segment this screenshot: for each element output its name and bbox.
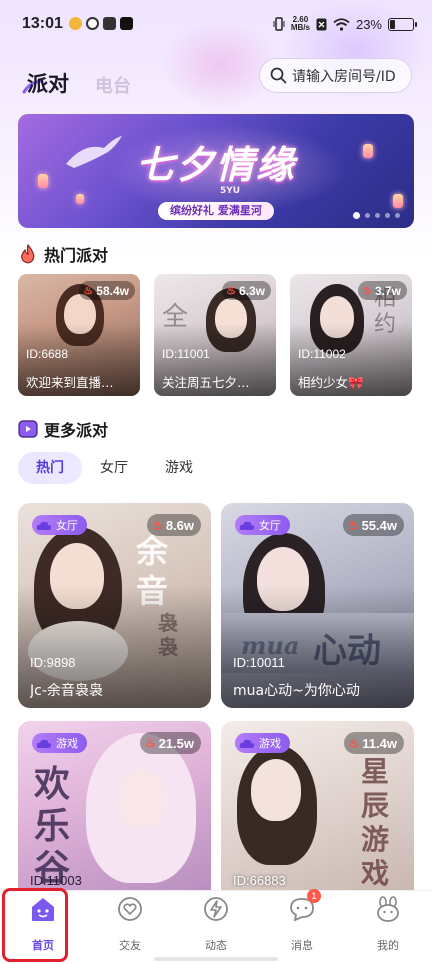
heat-badge: ♨ 8.6w [147,514,201,536]
category-tag: 游戏 [235,733,290,753]
heart-chat-icon [118,897,142,921]
room-id: ID:11002 [298,347,346,361]
status-right: 2.60 MB/s 23% [273,15,417,32]
weibo-icon [69,17,82,30]
hot-party-card[interactable]: 相约 ♨3.7w ID:11002 相约少女🎀 [290,274,412,396]
battery-icon [388,17,417,31]
banner-pagination [353,212,400,219]
flame-icon: ♨ [152,518,163,532]
party-room-card[interactable]: 余音 袅袅 女厅 ♨8.6w ID:9898 Jc-余音袅袅 [18,503,211,708]
profile-icon [377,896,399,922]
category-tag: 女厅 [32,515,87,535]
message-count-badge: 1 [307,889,321,903]
party-room-card[interactable]: 心动 mua 女厅 ♨55.4w ID:10011 mua心动~为你心动 [221,503,414,708]
room-id: ID:9898 [30,655,76,670]
banner-title: 七夕情缘 [136,142,297,187]
category-tag: 游戏 [32,733,87,753]
room-id: ID:11003 [30,873,82,888]
video-icon [18,420,38,438]
flame-icon: ♨ [347,518,359,532]
heat-badge: ♨ 3.7w [358,281,407,300]
home-highlight-box [2,888,68,962]
tiktok-icon [120,17,133,30]
nav-feed[interactable]: 动态 [181,895,251,953]
filter-games[interactable]: 游戏 [165,452,193,484]
heat-badge: ♨ 21.5w [139,732,201,754]
tab-radio[interactable]: 电台 [95,72,131,98]
status-time: 13:01 [22,15,63,32]
banner-brand-mark: 5YU [220,186,241,196]
nav-profile[interactable]: 我的 [353,895,423,953]
flame-icon [21,244,35,264]
heat-badge: ♨ 55.4w [342,514,404,536]
card-art-text: 星辰游戏 [361,755,390,890]
vibrate-icon [273,17,285,31]
party-room-card[interactable]: 欢乐谷 游戏 ♨ 21.5w ID:11003 [18,721,211,890]
network-speed: 2.60 MB/s [290,15,310,32]
system-home-indicator[interactable] [154,957,278,961]
cloud-icon [239,521,255,530]
room-name: 关注周五七夕… [162,375,250,390]
cloud-icon [239,739,255,748]
flame-icon: ♨ [362,285,372,297]
status-notification-icons [69,17,133,30]
link-app-icon [86,17,99,30]
sim-off-icon [316,18,327,30]
flame-icon: ♨ [348,736,360,750]
banner-subtitle: 缤纷好礼 爱满星河 [158,202,274,220]
banner-page-dot[interactable] [375,213,380,218]
hot-party-card[interactable]: 全 ♨ 6.3w ID:11001 关注周五七夕… [154,274,276,396]
cloud-icon [36,521,52,530]
filter-hot[interactable]: 热门 [18,452,82,484]
room-id: ID:6688 [26,347,69,361]
wifi-icon [333,17,350,31]
category-tag: 女厅 [235,515,290,535]
nav-messages[interactable]: 1 消息 [267,889,337,953]
nav-friends[interactable]: 交友 [95,895,165,953]
filter-female-hall[interactable]: 女厅 [100,452,128,484]
banner-page-dot[interactable] [365,213,370,218]
room-id: ID:10011 [233,655,285,670]
heat-badge: ♨ 11.4w [343,732,404,754]
room-name: 相约少女🎀 [298,375,364,390]
heat-badge: ♨ 58.4w [79,281,135,300]
more-section-title: 更多派对 [18,417,108,441]
party-room-card[interactable]: 星辰游戏 游戏 ♨ 11.4w ID:66883 [221,721,414,890]
card-art-text: 欢乐谷 [34,763,71,889]
search-box[interactable]: 请输入房间号/ID [259,58,412,93]
mail-icon [103,17,116,30]
room-id: ID:11001 [162,347,210,361]
hot-party-card[interactable]: ♨ 58.4w ID:6688 欢迎来到直播… [18,274,140,396]
banner-page-dot[interactable] [385,213,390,218]
banner-page-dot[interactable] [395,213,400,218]
event-banner[interactable]: 七夕情缘 5YU 缤纷好礼 爱满星河 [18,114,414,228]
banner-page-dot[interactable] [353,212,360,219]
room-name: Jc-余音袅袅 [30,683,103,699]
room-name: 欢迎来到直播… [26,375,114,390]
room-id: ID:66883 [233,873,286,888]
battery-text: 23% [355,16,382,32]
hot-section-title: 热门派对 [18,242,108,266]
tab-party[interactable]: 派对 [27,68,69,98]
magpie-decoration [66,136,122,168]
status-bar: 13:01 2.60 MB/s 23% [0,0,432,50]
flame-icon: ♨ [83,285,94,297]
flame-icon: ♨ [144,736,156,750]
flame-icon: ♨ [226,285,236,297]
heat-badge: ♨ 6.3w [222,281,271,300]
search-placeholder: 请输入房间号/ID [292,68,396,85]
room-name: mua心动~为你心动 [233,683,360,699]
lightning-icon [204,897,228,921]
search-icon [270,67,287,84]
cloud-icon [36,739,52,748]
